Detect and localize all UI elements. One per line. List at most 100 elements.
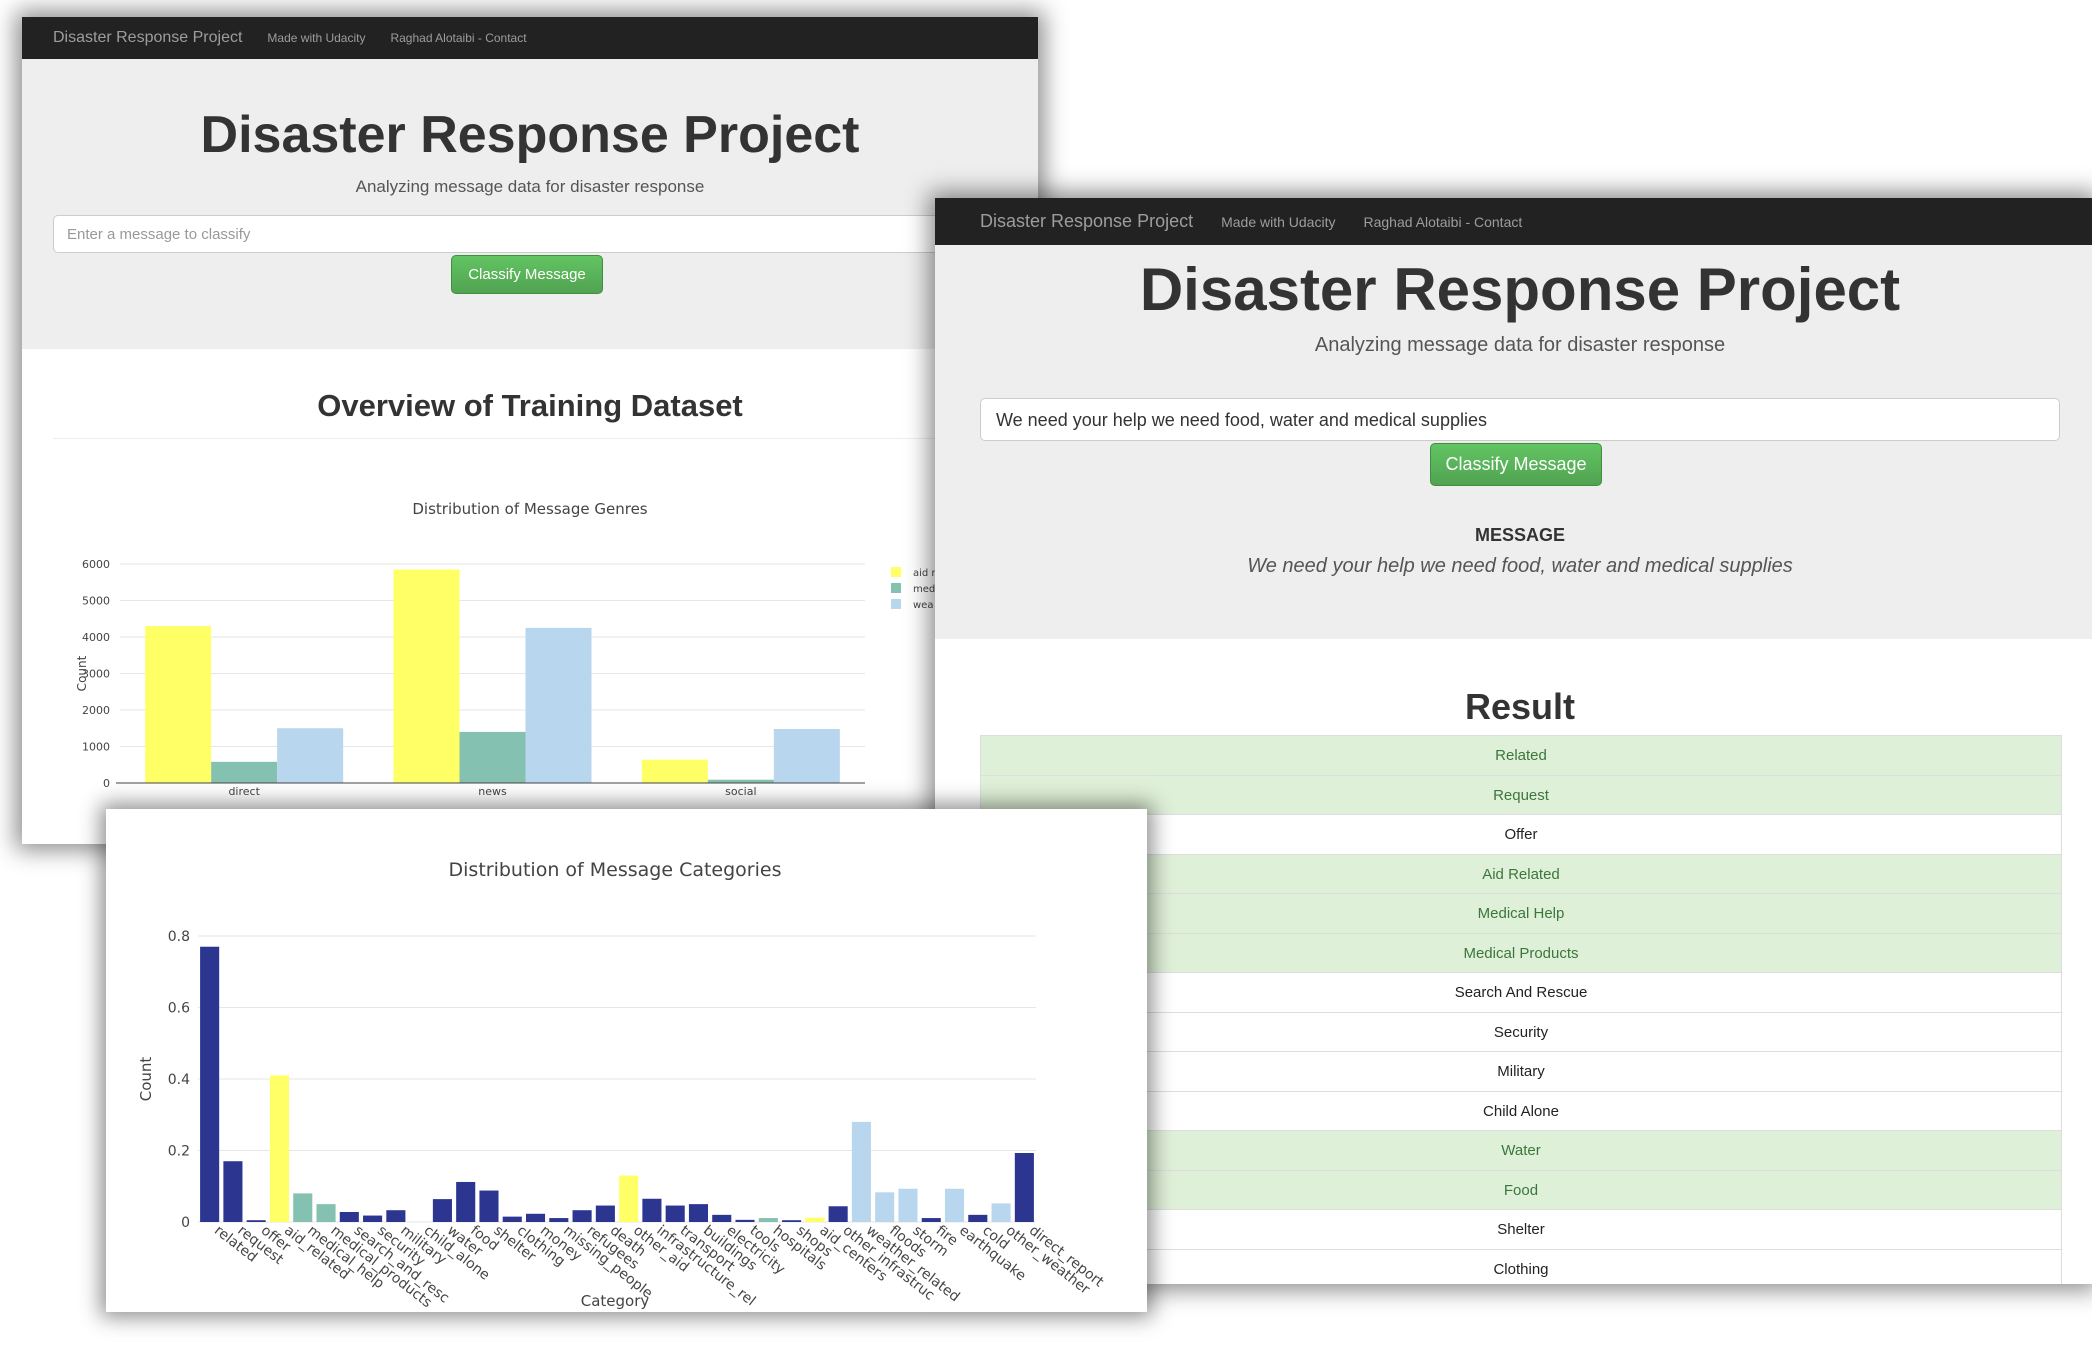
x-axis-label: Category — [581, 1292, 650, 1310]
y-tick-label: 5000 — [82, 595, 110, 608]
category-bar — [549, 1218, 569, 1222]
message-input-value: We need your help we need food, water an… — [996, 410, 1487, 430]
classify-button[interactable]: Classify Message — [451, 255, 603, 294]
result-row-label: Offer — [1504, 826, 1538, 843]
result-row-label: Child Alone — [1483, 1102, 1559, 1120]
category-bar — [991, 1203, 1011, 1222]
category-bar — [479, 1190, 499, 1222]
left-navbar: Disaster Response Project Made with Udac… — [22, 17, 1038, 59]
page-subtitle: Analyzing message data for disaster resp… — [355, 177, 705, 196]
genre-bar — [525, 627, 592, 783]
category-bar — [386, 1210, 406, 1222]
result-row-label: Shelter — [1497, 1221, 1545, 1238]
category-bar — [363, 1215, 383, 1222]
genre-bar — [459, 731, 526, 783]
page-title: Disaster Response Project — [1139, 256, 1901, 323]
left-jumbotron: Disaster Response Project Analyzing mess… — [22, 59, 1038, 349]
category-chart: Distribution of Message Categories 0 0.2 0.… — [137, 859, 1107, 1311]
category-bar — [525, 1213, 546, 1222]
page-subtitle: Analyzing message data for disaster resp… — [1314, 334, 1726, 356]
category-bar — [712, 1214, 732, 1222]
y-tick-label: 0.4 — [168, 1072, 190, 1088]
legend-swatch — [891, 599, 901, 609]
category-bar — [200, 946, 220, 1222]
category-bar — [619, 1175, 639, 1222]
result-row-label: Medical Products — [1463, 944, 1579, 962]
category-bar — [293, 1193, 313, 1222]
category-bar — [758, 1218, 778, 1222]
result-row-label: Food — [1503, 1181, 1539, 1199]
category-bar — [851, 1121, 871, 1222]
x-tick-label: social — [725, 785, 756, 798]
y-tick-label: 0 — [103, 777, 110, 790]
category-bar — [921, 1218, 941, 1222]
message-input[interactable]: Enter a message to classify — [53, 215, 1038, 253]
category-bar — [339, 1211, 359, 1222]
overview-title: Overview of Training Dataset — [317, 388, 743, 423]
category-bar — [782, 1220, 802, 1222]
navbar-link-contact[interactable]: Raghad Alotaibi - Contact — [390, 31, 526, 45]
overview-divider — [53, 438, 1038, 439]
right-jumbotron: Disaster Response Project Analyzing mess… — [935, 245, 2092, 639]
message-input[interactable]: We need your help we need food, water an… — [980, 398, 2060, 441]
genre-bar — [393, 569, 460, 783]
navbar-brand[interactable]: Disaster Response Project — [53, 29, 242, 47]
result-row-label: Water — [1501, 1142, 1541, 1159]
result-row-label: Medical Help — [1477, 905, 1565, 922]
y-tick-label: 0 — [181, 1215, 190, 1231]
navbar-link-udacity[interactable]: Made with Udacity — [1221, 214, 1335, 230]
category-bar — [898, 1188, 918, 1222]
navbar-link-contact[interactable]: Raghad Alotaibi - Contact — [1363, 214, 1522, 230]
navbar-brand[interactable]: Disaster Response Project — [980, 211, 1193, 232]
legend-label: aid r — [913, 568, 936, 579]
result-row-label: Clothing — [1493, 1260, 1549, 1278]
category-bar — [828, 1206, 848, 1222]
category-bar — [805, 1217, 825, 1222]
category-bar — [269, 1075, 290, 1222]
genre-bar — [277, 728, 344, 783]
y-tick-label: 2000 — [82, 704, 110, 717]
result-row-label: Search And Rescue — [1454, 984, 1588, 1001]
category-bar — [246, 1220, 266, 1222]
category-bar — [665, 1205, 685, 1222]
category-bar — [1014, 1153, 1034, 1222]
right-navbar: Disaster Response Project Made with Udac… — [935, 198, 2092, 245]
category-bar — [735, 1219, 755, 1222]
category-bar — [944, 1188, 965, 1222]
legend-label: med — [913, 584, 935, 595]
genre-bar — [641, 759, 708, 783]
category-bar — [223, 1161, 243, 1222]
x-tick-label: news — [478, 785, 507, 798]
y-tick-label: 0.8 — [168, 929, 190, 945]
y-axis-label: Count — [75, 655, 89, 691]
legend-swatch — [891, 583, 901, 593]
category-bar — [456, 1181, 476, 1222]
category-bar — [875, 1192, 895, 1222]
result-row-label: Aid Related — [1482, 865, 1560, 883]
legend-swatch — [891, 567, 901, 577]
message-input-placeholder: Enter a message to classify — [67, 226, 251, 243]
category-bar — [572, 1210, 592, 1222]
result-row-label: Related — [1495, 747, 1547, 764]
result-row-label: Military — [1497, 1063, 1545, 1080]
y-tick-label: 1000 — [82, 741, 110, 754]
genre-bar — [773, 728, 840, 783]
result-row-label: Security — [1493, 1023, 1549, 1041]
category-bar — [968, 1214, 988, 1222]
category-chart-window: Distribution of Message Categories 0 0.2 0.… — [106, 809, 1147, 1312]
category-bar — [642, 1198, 662, 1222]
classify-button[interactable]: Classify Message — [1430, 443, 1602, 486]
navbar-link-udacity[interactable]: Made with Udacity — [267, 31, 365, 45]
page-title: Disaster Response Project — [200, 106, 860, 164]
y-tick-label: 4000 — [82, 631, 110, 644]
genre-bar — [211, 761, 278, 783]
result-row-label: Request — [1493, 786, 1549, 804]
result-row: Related — [981, 735, 2061, 775]
message-label: MESSAGE — [1474, 525, 1566, 545]
message-text: We need your help we need food, water an… — [1247, 555, 1793, 577]
y-axis-label: Count — [137, 1057, 155, 1102]
y-tick-label: 0.2 — [168, 1144, 190, 1160]
genre-bar — [145, 626, 212, 783]
legend-label: wea — [913, 600, 933, 611]
y-tick-label: 6000 — [82, 558, 110, 571]
